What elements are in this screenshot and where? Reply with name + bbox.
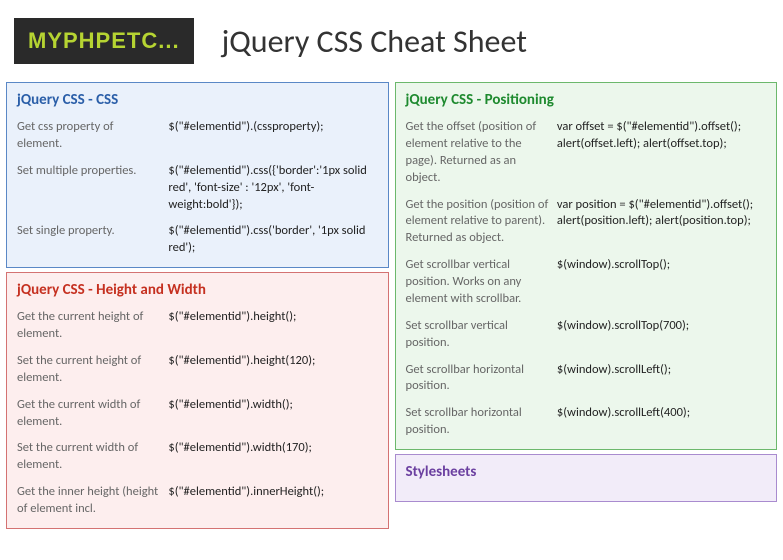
row-code: $("#elementid").css({'border':'1px solid… [168, 163, 377, 214]
table-row: Set multiple properties. $("#elementid")… [17, 163, 378, 214]
row-code: $("#elementid").width(); [168, 397, 377, 431]
table-row: Get the position (position of element re… [406, 197, 767, 248]
row-desc: Get scrollbar horizontal position. [406, 362, 557, 396]
row-code: $(window).scrollTop(); [557, 257, 766, 308]
row-code: $(window).scrollLeft(); [557, 362, 766, 396]
row-desc: Get scrollbar vertical position. Works o… [406, 257, 557, 308]
panel-css-title: jQuery CSS - CSS [17, 91, 378, 109]
row-code: $("#elementid").height(); [168, 309, 377, 343]
table-row: Set single property. $("#elementid").css… [17, 223, 378, 257]
row-desc: Set the current height of element. [17, 353, 168, 387]
row-code: $(window).scrollTop(700); [557, 318, 766, 352]
panel-pos-title: jQuery CSS - Positioning [406, 91, 767, 109]
row-desc: Set scrollbar vertical position. [406, 318, 557, 352]
row-code: var offset = $("#elementid").offset(); a… [557, 119, 766, 187]
row-desc: Get the current height of element. [17, 309, 168, 343]
row-code: $(window).scrollLeft(400); [557, 405, 766, 439]
row-code: $("#elementid").innerHeight(); [168, 484, 377, 518]
row-desc: Get the offset (position of element rela… [406, 119, 557, 187]
row-code: $("#elementid").css('border', '1px solid… [168, 223, 377, 257]
row-code: $("#elementid").height(120); [168, 353, 377, 387]
panel-styles-title: Stylesheets [406, 463, 767, 481]
table-row: Get scrollbar vertical position. Works o… [406, 257, 767, 308]
page-title: jQuery CSS Cheat Sheet [222, 22, 527, 61]
row-desc: Set the current width of element. [17, 440, 168, 474]
row-desc: Set multiple properties. [17, 163, 168, 214]
table-row: Set scrollbar horizontal position. $(win… [406, 405, 767, 439]
table-row: Set the current height of element. $("#e… [17, 353, 378, 387]
row-desc: Get the inner height (height of element … [17, 484, 168, 518]
header: MYPHPETC... jQuery CSS Cheat Sheet [0, 0, 783, 82]
panel-positioning: jQuery CSS - Positioning Get the offset … [395, 82, 778, 450]
logo: MYPHPETC... [14, 18, 194, 64]
row-desc: Get the current width of element. [17, 397, 168, 431]
row-code: $("#elementid").(cssproperty); [168, 119, 377, 153]
panel-height-width: jQuery CSS - Height and Width Get the cu… [6, 272, 389, 529]
table-row: Get the current height of element. $("#e… [17, 309, 378, 343]
content-columns: jQuery CSS - CSS Get css property of ele… [0, 82, 783, 529]
right-column: jQuery CSS - Positioning Get the offset … [395, 82, 778, 529]
panel-css: jQuery CSS - CSS Get css property of ele… [6, 82, 389, 268]
table-row: Get the offset (position of element rela… [406, 119, 767, 187]
table-row: Get scrollbar horizontal position. $(win… [406, 362, 767, 396]
row-code: $("#elementid").width(170); [168, 440, 377, 474]
panel-stylesheets: Stylesheets [395, 454, 778, 502]
row-desc: Set scrollbar horizontal position. [406, 405, 557, 439]
row-desc: Get the position (position of element re… [406, 197, 557, 248]
row-code: var position = $("#elementid").offset();… [557, 197, 766, 248]
table-row: Get the current width of element. $("#el… [17, 397, 378, 431]
table-row: Get the inner height (height of element … [17, 484, 378, 518]
panel-hw-title: jQuery CSS - Height and Width [17, 281, 378, 299]
table-row: Set the current width of element. $("#el… [17, 440, 378, 474]
row-desc: Set single property. [17, 223, 168, 257]
table-row: Set scrollbar vertical position. $(windo… [406, 318, 767, 352]
table-row: Get css property of element. $("#element… [17, 119, 378, 153]
left-column: jQuery CSS - CSS Get css property of ele… [6, 82, 389, 529]
row-desc: Get css property of element. [17, 119, 168, 153]
